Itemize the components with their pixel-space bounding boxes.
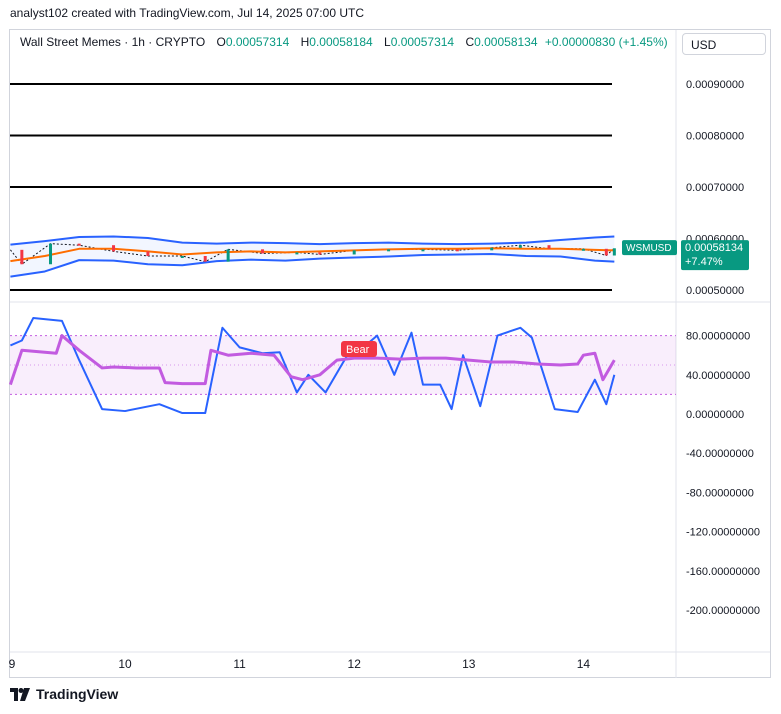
candle-body — [226, 249, 230, 262]
symbol-legend: Wall Street Memes · 1h · CRYPTO O0.00057… — [20, 35, 668, 49]
close-label: C — [465, 35, 475, 49]
candle-body — [455, 249, 459, 252]
candle-body — [146, 251, 150, 257]
candle-body — [421, 249, 425, 252]
stoch-axis-tick: -40.00000000 — [686, 448, 754, 460]
open-field: O0.00057314 — [217, 35, 290, 49]
candle-body — [352, 250, 356, 255]
candle-body — [20, 249, 24, 265]
low-value: 0.00057314 — [390, 35, 455, 49]
price-axis-tick: 0.00080000 — [686, 131, 744, 143]
stoch-axis-tick: 80.00000000 — [686, 331, 750, 343]
candle-body — [387, 249, 391, 252]
low-field: L0.00057314 — [384, 35, 454, 49]
stoch-axis-tick: 0.00000000 — [686, 409, 744, 421]
time-axis-tick: 10 — [118, 657, 132, 671]
stoch-axis-tick: -80.00000000 — [686, 487, 754, 499]
stoch-axis-tick: -160.00000000 — [686, 566, 760, 578]
price-axis-tick: 0.00090000 — [686, 79, 744, 91]
high-field: H0.00058184 — [301, 35, 373, 49]
price-tag-change: +7.47% — [685, 256, 723, 268]
change-value: +0.00000830 (+1.45%) — [544, 35, 668, 49]
high-value: 0.00058184 — [309, 35, 373, 49]
candle-body — [612, 248, 616, 256]
candle-body — [490, 247, 494, 251]
candle-body — [581, 248, 585, 251]
price-axis-tick: 0.00050000 — [686, 285, 744, 297]
close-value: 0.00058134 — [474, 35, 538, 49]
stoch-axis-tick: -120.00000000 — [686, 527, 760, 539]
time-axis-tick: 13 — [462, 657, 476, 671]
time-axis-tick: 12 — [348, 657, 362, 671]
tradingview-logo[interactable]: TradingView — [10, 686, 118, 702]
price-axis-tick: 0.00070000 — [686, 182, 744, 194]
stoch-axis-tick: -200.00000000 — [686, 605, 760, 617]
candle-body — [261, 249, 265, 254]
time-axis-tick: 14 — [577, 657, 591, 671]
candle-body — [547, 245, 551, 249]
candle-body — [180, 256, 184, 259]
chart-canvas[interactable]: 0.000900000.000800000.000700000.00060000… — [0, 0, 781, 714]
price-tag-value: 0.00058134 — [685, 242, 743, 254]
logo-text: TradingView — [36, 686, 119, 702]
candle-body — [295, 252, 299, 255]
candle-body — [318, 252, 322, 255]
time-axis-tick: 11 — [233, 657, 246, 671]
low-label: L — [384, 35, 391, 49]
open-label: O — [216, 35, 226, 49]
close-field: C0.00058134 — [465, 35, 537, 49]
candle-body — [203, 256, 207, 262]
time-axis-tick: 9 — [9, 657, 16, 671]
symbol-line[interactable]: Wall Street Memes · 1h · CRYPTO — [20, 35, 205, 49]
open-value: 0.00057314 — [225, 35, 290, 49]
symbol-tag-text: WSMUSD — [626, 243, 672, 254]
tradingview-logo-icon — [10, 687, 30, 701]
candle-body — [112, 245, 116, 252]
bear-label-text: Bear — [346, 344, 370, 356]
candle-body — [604, 248, 608, 256]
stoch-axis-tick: 40.00000000 — [686, 370, 750, 382]
high-label: H — [300, 35, 310, 49]
candle-body — [518, 245, 522, 248]
candle-body — [77, 243, 81, 246]
currency-button[interactable]: USD — [682, 33, 766, 55]
candle-body — [49, 243, 53, 265]
